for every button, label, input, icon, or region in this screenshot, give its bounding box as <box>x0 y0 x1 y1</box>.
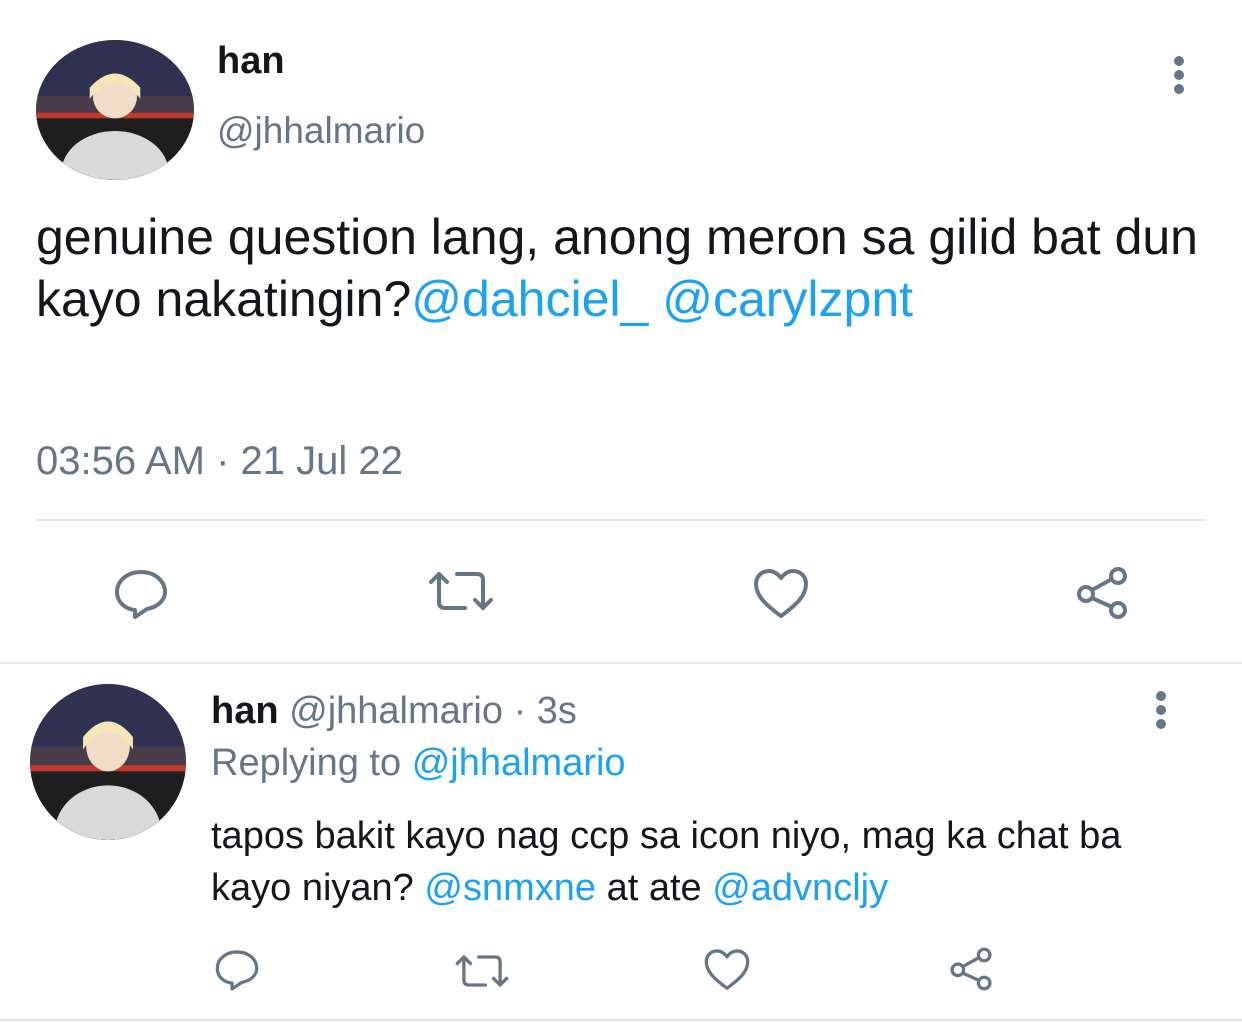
divider <box>36 519 1206 521</box>
reply-avatar[interactable] <box>30 684 186 840</box>
reply-header: han @jhhalmario · 3s <box>211 688 577 734</box>
reply-icon[interactable] <box>113 568 169 620</box>
main-timestamp[interactable]: 03:56 AM · 21 Jul 22 <box>36 436 403 486</box>
reply-icon[interactable] <box>214 948 260 992</box>
section-separator <box>0 662 1242 664</box>
main-author-handle[interactable]: @jhhalmario <box>217 108 425 154</box>
like-icon[interactable] <box>752 568 810 620</box>
main-author-name[interactable]: han <box>217 38 285 84</box>
reply-time-ago[interactable]: · 3s <box>514 690 577 732</box>
replying-to-handle[interactable]: @jhhalmario <box>412 742 626 784</box>
share-icon[interactable] <box>948 946 994 992</box>
share-icon[interactable] <box>1074 566 1130 620</box>
retweet-icon[interactable] <box>427 568 495 614</box>
reply-author-handle[interactable]: @jhhalmario <box>289 690 503 732</box>
mention-link[interactable]: @dahciel_ <box>411 271 648 327</box>
retweet-icon[interactable] <box>454 952 510 990</box>
main-tweet-text: genuine question lang, anong meron sa gi… <box>36 206 1206 330</box>
main-avatar[interactable] <box>36 40 194 180</box>
mention-link[interactable]: @carylzpnt <box>662 271 913 327</box>
bottom-separator <box>0 1019 1242 1021</box>
replying-to-label: Replying to <box>211 742 402 784</box>
reply-author-name[interactable]: han <box>211 690 279 732</box>
mention-link[interactable]: @advncljy <box>712 867 888 909</box>
reply-tweet-text: tapos bakit kayo nag ccp sa icon niyo, m… <box>211 810 1171 914</box>
more-vertical-icon[interactable] <box>1166 54 1192 96</box>
more-vertical-icon[interactable] <box>1149 690 1173 730</box>
mention-link[interactable]: @snmxne <box>424 867 596 909</box>
like-icon[interactable] <box>703 948 751 992</box>
replying-to: Replying to @jhhalmario <box>211 740 626 786</box>
reply-tweet-body-2: at ate <box>606 867 702 909</box>
